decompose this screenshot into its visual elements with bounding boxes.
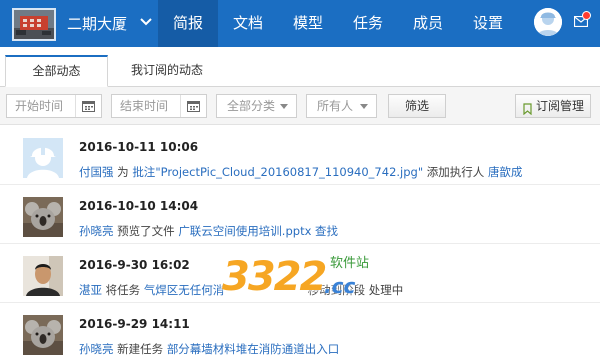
feed-time: 2016-9-30 16:02 xyxy=(79,258,190,272)
activity-feed: 2016-10-11 10:06 付国强 为 批注"ProjectPic_Clo… xyxy=(0,126,600,360)
feed-actor-link[interactable]: 孙晓亮 xyxy=(79,224,114,238)
calendar-icon[interactable] xyxy=(180,95,206,117)
feed-target-link[interactable]: 批注 xyxy=(132,165,155,179)
person-avatar[interactable] xyxy=(23,256,63,296)
feed-text: 预览了文件 xyxy=(117,224,175,238)
watermark-number: 3322 xyxy=(222,254,327,300)
feed-description: 付国强 为 批注"ProjectPic_Cloud_20160817_11094… xyxy=(79,164,522,180)
feed-description: 孙晓亮 预览了文件 广联云空间使用培训.pptx 查找 xyxy=(79,223,338,239)
feed-text: 为 xyxy=(117,165,129,179)
tab-subscribed-activity[interactable]: 我订阅的动态 xyxy=(122,55,212,87)
nav-members[interactable]: 成员 xyxy=(398,0,458,47)
subscription-manage-label: 订阅管理 xyxy=(535,99,584,113)
subscription-manage-button[interactable]: 订阅管理 xyxy=(515,94,591,118)
project-thumbnail[interactable] xyxy=(12,8,56,41)
owner-select-value: 所有人 xyxy=(317,99,354,113)
feed-item: 2016-9-29 14:11 孙晓亮 新建任务 部分幕墙材料堆在消防通道出入口 xyxy=(0,303,600,360)
hardhat-avatar[interactable] xyxy=(23,138,63,178)
filter-bar: 全部分类 所有人 筛选 订阅管理 xyxy=(0,87,600,125)
feed-actor-link[interactable]: 湛亚 xyxy=(79,283,102,297)
nav-documents[interactable]: 文档 xyxy=(218,0,278,47)
feed-actor-link[interactable]: 孙晓亮 xyxy=(79,342,114,356)
nav-settings[interactable]: 设置 xyxy=(458,0,518,47)
watermark-site: 软件站 xyxy=(330,256,370,271)
feed-time: 2016-10-11 10:06 xyxy=(79,140,199,154)
watermark-domain: .cc xyxy=(324,274,356,298)
top-navigation-bar: 二期大厦 简报 文档 模型 任务 成员 设置 xyxy=(0,0,600,47)
end-date-input[interactable] xyxy=(112,95,180,117)
feed-task-link[interactable]: 部分幕墙材料堆在消防通道出入口 xyxy=(167,342,340,356)
feed-task-link[interactable]: 气焊区无任何消 xyxy=(144,283,225,297)
nav-tasks[interactable]: 任务 xyxy=(338,0,398,47)
filter-button[interactable]: 筛选 xyxy=(388,94,446,118)
caret-down-icon xyxy=(360,104,368,109)
feed-time: 2016-9-29 14:11 xyxy=(79,317,190,331)
feed-actor-link[interactable]: 付国强 xyxy=(79,165,114,179)
site-watermark: 3322 .cc 软件站 xyxy=(222,250,402,310)
user-avatar[interactable] xyxy=(534,8,562,36)
nav-briefing[interactable]: 简报 xyxy=(158,0,218,47)
feed-description: 孙晓亮 新建任务 部分幕墙材料堆在消防通道出入口 xyxy=(79,341,339,357)
nav-models[interactable]: 模型 xyxy=(278,0,338,47)
feed-item: 2016-10-11 10:06 付国强 为 批注"ProjectPic_Clo… xyxy=(0,126,600,185)
feed-file-link[interactable]: 广联云空间使用培训.pptx xyxy=(178,224,311,238)
start-date-field xyxy=(6,94,102,118)
feed-find-link[interactable]: 查找 xyxy=(315,224,338,238)
chevron-down-icon[interactable] xyxy=(140,15,152,32)
feed-text: 将任务 xyxy=(105,283,141,297)
feed-time: 2016-10-10 14:04 xyxy=(79,199,199,213)
project-name[interactable]: 二期大厦 xyxy=(67,13,127,34)
feed-text: 添加执行人 xyxy=(426,165,485,179)
feed-item: 2016-10-10 14:04 孙晓亮 预览了文件 广联云空间使用培训.ppt… xyxy=(0,185,600,244)
tab-all-activity[interactable]: 全部动态 xyxy=(5,55,108,87)
main-nav: 简报 文档 模型 任务 成员 设置 xyxy=(158,0,518,47)
start-date-input[interactable] xyxy=(7,95,75,117)
end-date-field xyxy=(111,94,207,118)
category-select-value: 全部分类 xyxy=(227,99,276,113)
notification-badge xyxy=(582,11,591,20)
feed-text: 新建任务 xyxy=(117,342,164,356)
koala-avatar[interactable] xyxy=(23,197,63,237)
calendar-icon[interactable] xyxy=(75,95,101,117)
caret-down-icon xyxy=(280,104,288,109)
feed-file-link[interactable]: "ProjectPic_Cloud_20160817_110940_742.jp… xyxy=(155,165,423,179)
koala-avatar[interactable] xyxy=(23,315,63,355)
feed-tabs: 全部动态 我订阅的动态 xyxy=(0,55,600,87)
bookmark-icon xyxy=(523,100,532,122)
category-select[interactable]: 全部分类 xyxy=(216,94,297,118)
feed-user-link[interactable]: 唐歆成 xyxy=(488,165,523,179)
owner-select[interactable]: 所有人 xyxy=(306,94,377,118)
